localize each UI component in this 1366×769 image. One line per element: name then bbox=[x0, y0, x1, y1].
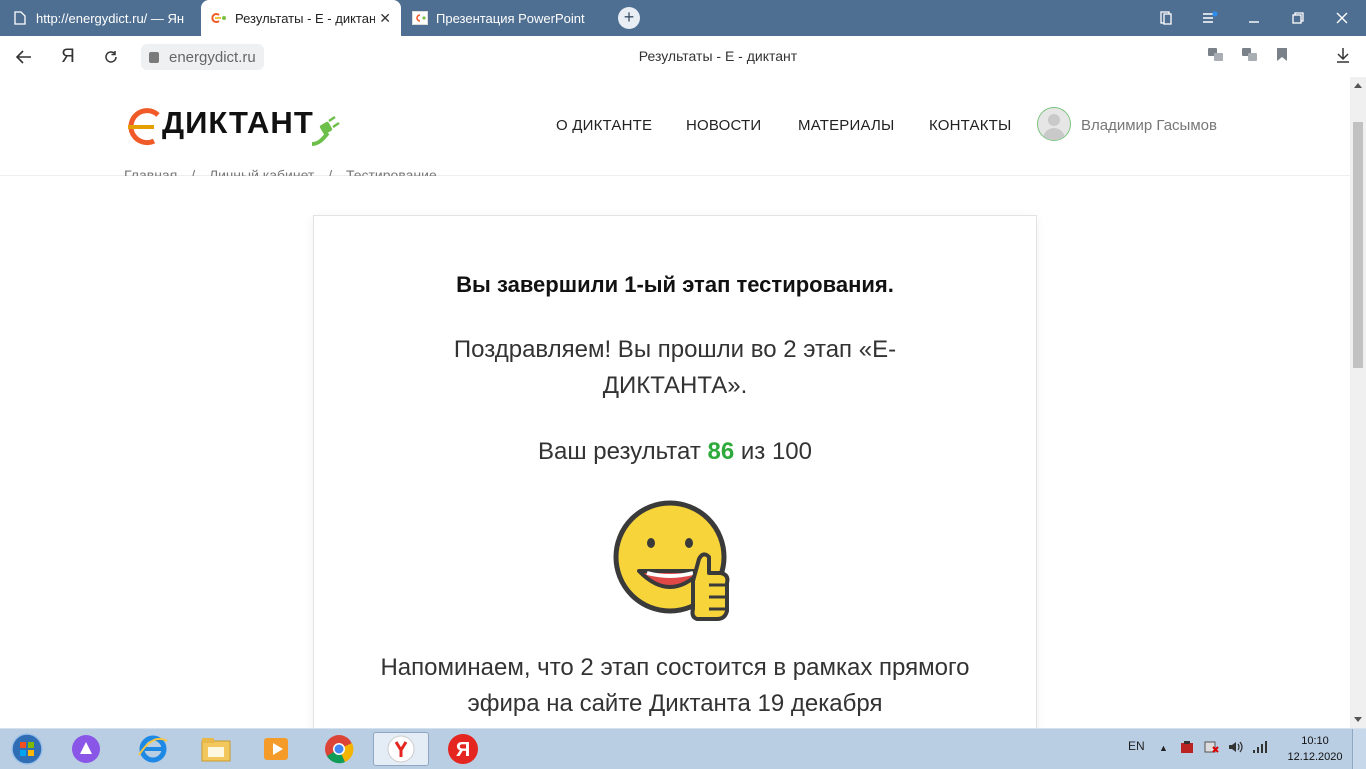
tab-label: http://energydict.ru/ — Ян bbox=[36, 10, 185, 26]
tab-results[interactable]: Результаты - Е - диктан ✕ bbox=[201, 0, 401, 36]
scroll-up-icon[interactable] bbox=[1354, 83, 1362, 88]
menu-icon[interactable] bbox=[1190, 0, 1230, 36]
thumbs-up-smiley-icon bbox=[613, 499, 733, 624]
page-title: Результаты - Е - диктант bbox=[638, 48, 798, 64]
reminder-text: Напоминаем, что 2 этап состоится в рамка… bbox=[380, 654, 970, 717]
chrome-icon[interactable] bbox=[311, 732, 367, 766]
tab-label: Презентация PowerPoint bbox=[436, 10, 585, 26]
system-clock[interactable]: 10:10 12.12.2020 bbox=[1285, 733, 1345, 765]
start-button[interactable] bbox=[0, 732, 54, 766]
page-icon bbox=[12, 10, 28, 26]
tab-label: Результаты - Е - диктан bbox=[235, 10, 375, 26]
breadcrumb-separator: / bbox=[328, 167, 333, 176]
congrats-text: Поздравляем! Вы прошли во 2 этап «Е-ДИКТ… bbox=[453, 336, 897, 399]
scrollbar-thumb[interactable] bbox=[1353, 122, 1363, 368]
volume-icon[interactable] bbox=[1228, 740, 1244, 757]
site-favicon-icon bbox=[211, 10, 227, 26]
breadcrumb-separator: / bbox=[191, 167, 196, 176]
logo-text: ДИКТАНТ bbox=[162, 105, 314, 140]
result-card: Вы завершили 1-ый этап тестирования. Поз… bbox=[313, 215, 1037, 757]
score-suffix: из 100 bbox=[740, 438, 812, 465]
score-prefix: Ваш результат bbox=[538, 438, 701, 465]
minimize-icon[interactable] bbox=[1234, 0, 1274, 36]
show-desktop-button[interactable] bbox=[1352, 729, 1366, 769]
site-logo[interactable]: ДИКТАНТ bbox=[124, 103, 344, 149]
tray-app-icon[interactable] bbox=[1180, 740, 1194, 757]
tab-energydict[interactable]: http://energydict.ru/ — Ян bbox=[0, 0, 200, 36]
yandex-icon[interactable]: Я bbox=[435, 732, 491, 766]
browser-tab-bar: http://energydict.ru/ — Ян Результаты - … bbox=[0, 0, 1366, 36]
close-window-icon[interactable] bbox=[1322, 0, 1362, 36]
close-tab-icon[interactable]: ✕ bbox=[379, 10, 391, 27]
breadcrumb: Главная / Личный кабинет / Тестирование bbox=[124, 166, 447, 176]
language-indicator[interactable]: EN bbox=[1128, 739, 1145, 753]
signal-icon[interactable] bbox=[1252, 740, 1268, 757]
site-favicon-icon bbox=[412, 10, 428, 26]
site-header: ДИКТАНТ О ДИКТАНТЕ НОВОСТИ МАТЕРИАЛЫ КОН… bbox=[0, 77, 1350, 176]
network-error-icon[interactable] bbox=[1204, 740, 1220, 757]
bookmarks-panel-icon[interactable] bbox=[1146, 0, 1186, 36]
nav-news[interactable]: НОВОСТИ bbox=[686, 117, 761, 134]
breadcrumb-cabinet[interactable]: Личный кабинет bbox=[209, 167, 314, 176]
translate-alt-icon[interactable] bbox=[1240, 47, 1260, 67]
result-title: Вы завершили 1-ый этап тестирования. bbox=[456, 272, 894, 297]
restore-icon[interactable] bbox=[1278, 0, 1318, 36]
tray-expand-icon[interactable]: ▲ bbox=[1159, 743, 1168, 753]
media-player-icon[interactable] bbox=[249, 732, 305, 766]
page-scrollbar[interactable] bbox=[1350, 77, 1366, 728]
avatar[interactable] bbox=[1037, 107, 1071, 141]
score-value: 86 bbox=[707, 438, 735, 465]
download-icon[interactable] bbox=[1333, 47, 1353, 67]
taskbar: Я EN ▲ 10:10 12.12.2020 bbox=[0, 728, 1366, 769]
clock-date: 12.12.2020 bbox=[1287, 751, 1343, 763]
bookmark-icon[interactable] bbox=[1272, 47, 1292, 67]
nav-contacts[interactable]: КОНТАКТЫ bbox=[929, 117, 1012, 134]
tab-presentation[interactable]: Презентация PowerPoint bbox=[402, 0, 612, 36]
alice-assistant-icon[interactable] bbox=[58, 732, 114, 766]
score-line: Ваш результат 86 из 100 bbox=[414, 434, 936, 470]
svg-text:Я: Я bbox=[456, 739, 470, 761]
scroll-down-icon[interactable] bbox=[1354, 717, 1362, 722]
clock-time: 10:10 bbox=[1301, 735, 1329, 747]
new-tab-button[interactable]: + bbox=[618, 7, 640, 29]
nav-about[interactable]: О ДИКТАНТЕ bbox=[556, 117, 652, 134]
yandex-browser-icon[interactable] bbox=[373, 732, 429, 766]
address-bar: Я energydict.ru Результаты - Е - диктант bbox=[0, 36, 1366, 78]
breadcrumb-home[interactable]: Главная bbox=[124, 167, 177, 176]
breadcrumb-current: Тестирование bbox=[345, 167, 437, 176]
nav-materials[interactable]: МАТЕРИАЛЫ bbox=[798, 117, 895, 134]
translate-icon[interactable] bbox=[1206, 47, 1226, 67]
user-name[interactable]: Владимир Гасымов bbox=[1081, 117, 1217, 134]
file-explorer-icon[interactable] bbox=[188, 732, 244, 766]
internet-explorer-icon[interactable] bbox=[125, 732, 181, 766]
